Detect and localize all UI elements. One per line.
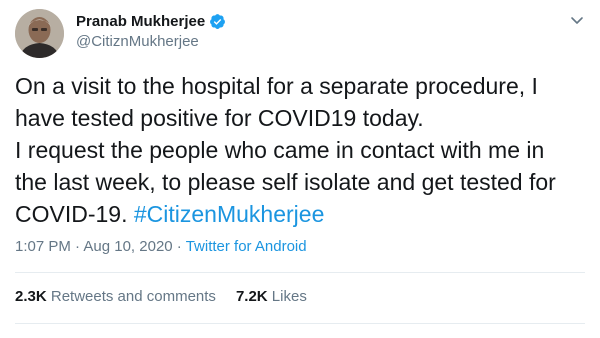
tweet-stats: 2.3K Retweets and comments 7.2K Likes [15, 288, 307, 305]
author-name[interactable]: Pranab Mukherjee [76, 13, 205, 30]
tweet-text-line: the last week, to please self isolate an… [15, 169, 556, 195]
avatar[interactable] [15, 9, 64, 58]
likes-count: 7.2K [235, 288, 268, 305]
likes-label: Likes [271, 288, 307, 305]
tweet-text-line: COVID-19. [15, 201, 134, 227]
author-name-row: Pranab Mukherjee [76, 11, 226, 31]
divider [15, 272, 585, 273]
retweets-stat[interactable]: 2.3K Retweets and comments [15, 288, 216, 305]
author-block: Pranab Mukherjee @CitiznMukherjee [76, 11, 226, 50]
author-handle[interactable]: @CitiznMukherjee [76, 33, 226, 50]
divider [15, 323, 585, 324]
tweet-text-line: I request the people who came in contact… [15, 137, 545, 163]
retweets-label: Retweets and comments [50, 288, 216, 305]
retweets-count: 2.3K [15, 288, 47, 305]
tweet-text-line: On a visit to the hospital for a separat… [15, 73, 538, 99]
chevron-down-icon[interactable] [569, 12, 585, 28]
tweet-time[interactable]: 1:07 PM [15, 238, 71, 255]
avatar-image [15, 9, 64, 58]
tweet-date[interactable]: Aug 10, 2020 [83, 238, 172, 255]
tweet-text-line: have tested positive for COVID19 today. [15, 105, 424, 131]
meta-separator: · [70, 238, 84, 255]
tweet-meta: 1:07 PM · Aug 10, 2020 · Twitter for And… [15, 238, 307, 255]
meta-separator: · [172, 238, 186, 255]
tweet-source-link[interactable]: Twitter for Android [186, 238, 307, 255]
tweet-text: On a visit to the hospital for a separat… [15, 70, 585, 230]
likes-stat[interactable]: 7.2K Likes [236, 288, 307, 305]
verified-badge-icon [209, 13, 226, 30]
tweet-card: Pranab Mukherjee @CitiznMukherjee On a v… [0, 0, 600, 338]
hashtag-link[interactable]: #CitizenMukherjee [134, 201, 324, 227]
